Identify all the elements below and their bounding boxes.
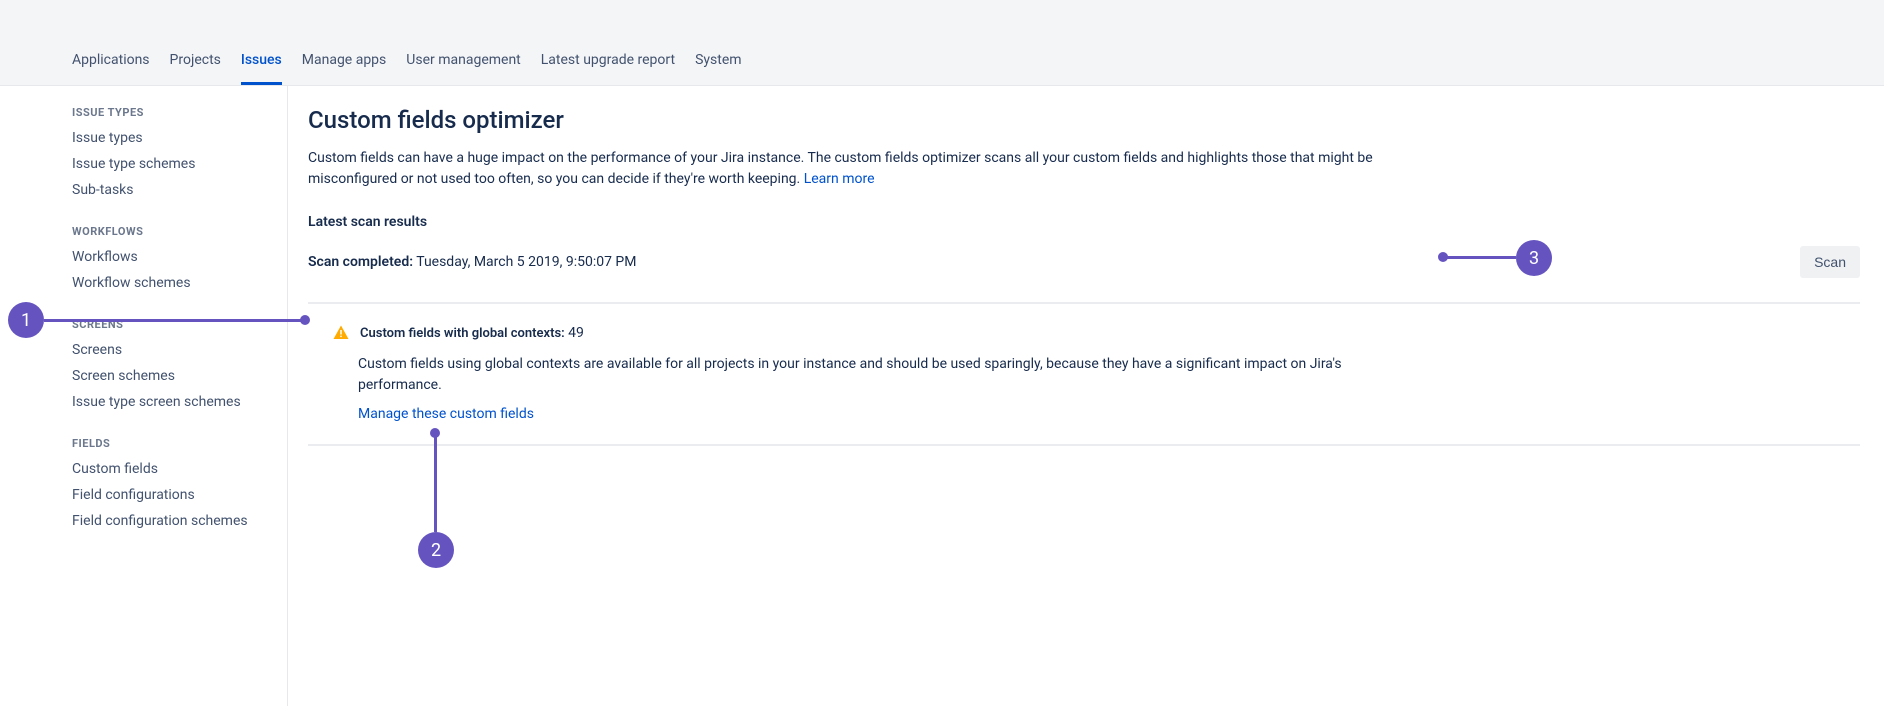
sidebar-item-screen-schemes[interactable]: Screen schemes: [72, 363, 287, 389]
scan-completed-label: Scan completed:: [308, 254, 413, 270]
sidebar-item-custom-fields[interactable]: Custom fields: [72, 456, 287, 482]
scan-button[interactable]: Scan: [1800, 246, 1860, 278]
sidebar-item-field-configuration-schemes[interactable]: Field configuration schemes: [72, 508, 287, 534]
sidebar-item-issue-types[interactable]: Issue types: [72, 125, 287, 151]
scan-completed-time: Tuesday, March 5 2019, 9:50:07 PM: [416, 254, 636, 270]
sidebar-item-workflow-schemes[interactable]: Workflow schemes: [72, 270, 287, 296]
scan-completed: Scan completed: Tuesday, March 5 2019, 9…: [308, 254, 637, 270]
sidebar-item-workflows[interactable]: Workflows: [72, 244, 287, 270]
result-description: Custom fields using global contexts are …: [358, 354, 1378, 396]
sidebar-group-issue-types: ISSUE TYPES Issue types Issue type schem…: [72, 106, 287, 203]
sidebar-item-issue-type-schemes[interactable]: Issue type schemes: [72, 151, 287, 177]
tab-latest-upgrade-report[interactable]: Latest upgrade report: [541, 40, 675, 85]
main-content: Custom fields optimizer Custom fields ca…: [288, 86, 1884, 706]
tab-user-management[interactable]: User management: [406, 40, 520, 85]
tab-projects[interactable]: Projects: [170, 40, 221, 85]
page-title: Custom fields optimizer: [308, 106, 1860, 134]
sidebar: ISSUE TYPES Issue types Issue type schem…: [0, 86, 288, 706]
result-block: Custom fields with global contexts: 49 C…: [308, 304, 1860, 446]
sidebar-item-issue-type-screen-schemes[interactable]: Issue type screen schemes: [72, 389, 287, 415]
scan-row: Scan completed: Tuesday, March 5 2019, 9…: [308, 246, 1860, 304]
page-description: Custom fields can have a huge impact on …: [308, 148, 1408, 190]
sidebar-heading: ISSUE TYPES: [72, 106, 287, 119]
warning-icon: [332, 324, 350, 342]
sidebar-heading: SCREENS: [72, 318, 287, 331]
sidebar-heading: WORKFLOWS: [72, 225, 287, 238]
sidebar-group-fields: FIELDS Custom fields Field configuration…: [72, 437, 287, 534]
tab-issues[interactable]: Issues: [241, 40, 282, 85]
result-count: 49: [568, 325, 584, 341]
sidebar-group-workflows: WORKFLOWS Workflows Workflow schemes: [72, 225, 287, 296]
top-navigation: Applications Projects Issues Manage apps…: [0, 0, 1884, 86]
top-tabs: Applications Projects Issues Manage apps…: [72, 40, 742, 85]
result-title: Custom fields with global contexts:: [360, 326, 565, 341]
learn-more-link[interactable]: Learn more: [804, 171, 875, 187]
tab-system[interactable]: System: [695, 40, 741, 85]
sidebar-item-sub-tasks[interactable]: Sub-tasks: [72, 177, 287, 203]
sidebar-item-field-configurations[interactable]: Field configurations: [72, 482, 287, 508]
tab-manage-apps[interactable]: Manage apps: [302, 40, 387, 85]
sidebar-item-screens[interactable]: Screens: [72, 337, 287, 363]
tab-applications[interactable]: Applications: [72, 40, 150, 85]
sidebar-heading: FIELDS: [72, 437, 287, 450]
manage-custom-fields-link[interactable]: Manage these custom fields: [358, 406, 1860, 422]
latest-scan-heading: Latest scan results: [308, 214, 1860, 230]
sidebar-group-screens: SCREENS Screens Screen schemes Issue typ…: [72, 318, 287, 415]
